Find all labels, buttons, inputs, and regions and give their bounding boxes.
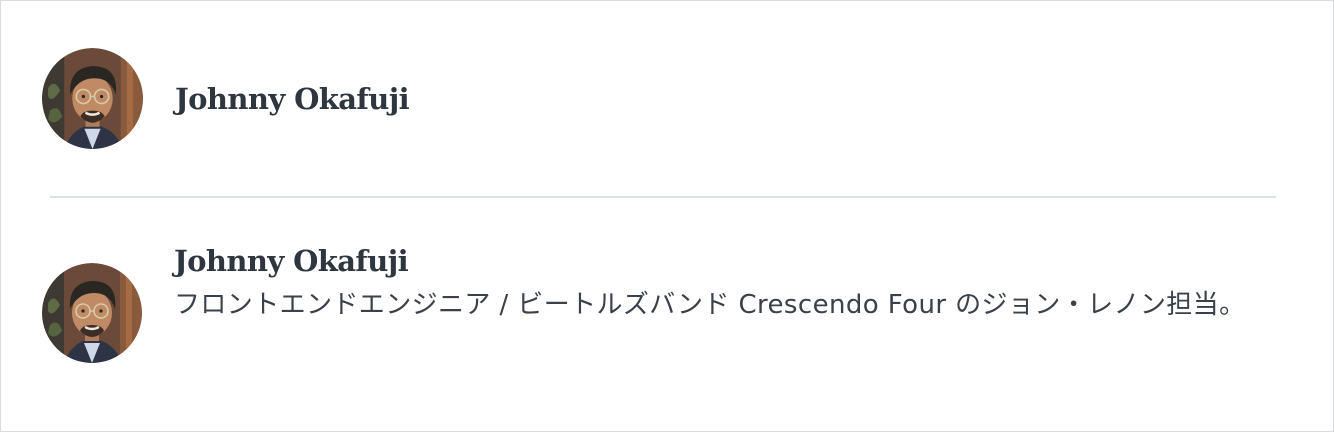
author-boxes-frame: Johnny Okafuji Johnny Okafuji フロントエンドエンジ… [0,0,1334,432]
author-card-full: Johnny Okafuji フロントエンドエンジニア / ビートルズバンド C… [42,242,1293,382]
author-bio: フロントエンドエンジニア / ビートルズバンド Crescendo Four の… [174,290,1246,320]
author-avatar [42,263,142,363]
author-info: Johnny Okafuji フロントエンドエンジニア / ビートルズバンド C… [174,242,1286,330]
author-avatar [42,48,143,149]
section-divider [50,196,1276,198]
author-info: Johnny Okafuji [175,80,410,118]
author-name[interactable]: Johnny Okafuji [175,80,410,118]
author-card-compact: Johnny Okafuji [42,48,1293,149]
author-name[interactable]: Johnny Okafuji [174,242,1286,280]
